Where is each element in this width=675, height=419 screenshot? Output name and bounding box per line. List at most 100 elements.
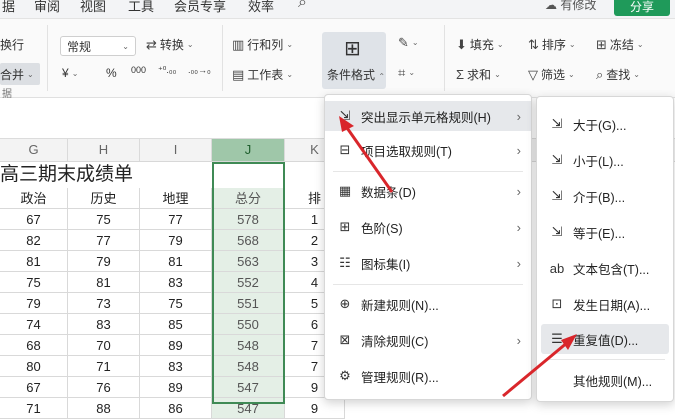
data-cell-r2-h[interactable]: 77	[68, 230, 140, 251]
data-cell-r10-h[interactable]: 88	[68, 398, 140, 419]
data-cell-r4-g[interactable]: 75	[0, 272, 68, 293]
data-cell-r9-j[interactable]: 547	[212, 377, 285, 398]
data-cell-r5-i[interactable]: 75	[140, 293, 212, 314]
data-cell-r7-j[interactable]: 548	[212, 335, 285, 356]
menu-divider	[333, 284, 523, 285]
submenu-item-less-than[interactable]: ⇲ 小于(L)...	[537, 145, 673, 175]
data-cell-r5-g[interactable]: 79	[0, 293, 68, 314]
header-cell-i[interactable]: 地理	[140, 188, 212, 209]
data-cell-r3-h[interactable]: 79	[68, 251, 140, 272]
data-cell-r3-i[interactable]: 81	[140, 251, 212, 272]
menu-item-label: 项目选取规则(T)	[361, 144, 452, 159]
data-cell-r2-j[interactable]: 568	[212, 230, 285, 251]
color-scales-icon: ⊞	[339, 219, 351, 234]
data-cell-r6-h[interactable]: 83	[68, 314, 140, 335]
data-cell-r1-g[interactable]: 67	[0, 209, 68, 230]
submenu-item-label: 小于(L)...	[573, 154, 624, 169]
clear-rules-icon: ⊠	[339, 332, 351, 347]
data-cell-r6-i[interactable]: 85	[140, 314, 212, 335]
submenu-item-between[interactable]: ⇲ 介于(B)...	[537, 181, 673, 211]
menu-item-icon-sets[interactable]: ☷ 图标集(I) ›	[325, 248, 531, 278]
data-cell-r2-i[interactable]: 79	[140, 230, 212, 251]
data-cell-r4-h[interactable]: 81	[68, 272, 140, 293]
menu-divider	[545, 359, 665, 360]
between-icon: ⇲	[551, 188, 563, 203]
data-cell-r2-g[interactable]: 82	[0, 230, 68, 251]
submenu-item-date-occurring[interactable]: ⊡ 发生日期(A)...	[537, 289, 673, 319]
data-cell-r8-i[interactable]: 83	[140, 356, 212, 377]
data-cell-r9-i[interactable]: 89	[140, 377, 212, 398]
data-cell-r6-g[interactable]: 74	[0, 314, 68, 335]
data-cell-r4-j[interactable]: 552	[212, 272, 285, 293]
data-cell-r1-i[interactable]: 77	[140, 209, 212, 230]
menu-item-label: 图标集(I)	[361, 257, 411, 272]
data-cell-r5-h[interactable]: 73	[68, 293, 140, 314]
menu-item-data-bars[interactable]: ▦ 数据条(D) ›	[325, 176, 531, 206]
menu-item-top-bottom-rules[interactable]: ⊟ 项目选取规则(T) ›	[325, 135, 531, 165]
data-cell-r6-j[interactable]: 550	[212, 314, 285, 335]
submenu-item-equal-to[interactable]: ⇲ 等于(E)...	[537, 217, 673, 247]
data-cell-r9-h[interactable]: 76	[68, 377, 140, 398]
submenu-item-label: 等于(E)...	[573, 226, 626, 241]
data-cell-r1-j[interactable]: 578	[212, 209, 285, 230]
menu-item-label: 突出显示单元格规则(H)	[361, 110, 491, 125]
data-cell-r1-h[interactable]: 75	[68, 209, 140, 230]
menu-item-manage-rules[interactable]: ⚙ 管理规则(R)...	[325, 361, 531, 391]
data-cell-r5-j[interactable]: 551	[212, 293, 285, 314]
data-cell-r8-g[interactable]: 80	[0, 356, 68, 377]
conditional-format-menu: ⇲ 突出显示单元格规则(H) › ⊟ 项目选取规则(T) › ▦ 数据条(D) …	[324, 94, 532, 400]
equal-to-icon: ⇲	[551, 224, 563, 239]
submenu-item-label: 其他规则(M)...	[573, 374, 653, 389]
menu-item-label: 管理规则(R)...	[361, 370, 439, 385]
text-contains-icon: ab	[549, 260, 565, 276]
header-cell-g[interactable]: 政治	[0, 188, 68, 209]
less-than-icon: ⇲	[551, 152, 563, 167]
submenu-item-label: 文本包含(T)...	[573, 262, 650, 277]
menu-item-clear-rules[interactable]: ⊠ 清除规则(C) ›	[325, 325, 531, 355]
menu-item-label: 新建规则(N)...	[361, 298, 439, 313]
data-cell-r10-i[interactable]: 86	[140, 398, 212, 419]
chevron-right-icon: ›	[516, 219, 521, 235]
menu-item-highlight-rules[interactable]: ⇲ 突出显示单元格规则(H) ›	[325, 101, 531, 131]
data-cell-r7-i[interactable]: 89	[140, 335, 212, 356]
menu-item-color-scales[interactable]: ⊞ 色阶(S) ›	[325, 212, 531, 242]
data-cell-r8-h[interactable]: 71	[68, 356, 140, 377]
date-occurring-icon: ⊡	[551, 296, 563, 311]
menu-item-label: 数据条(D)	[361, 185, 416, 200]
header-cell-j[interactable]: 总分	[212, 188, 285, 209]
top-bottom-rules-icon: ⊟	[339, 142, 351, 157]
header-cell-h[interactable]: 历史	[68, 188, 140, 209]
submenu-item-text-contains[interactable]: ab 文本包含(T)...	[537, 253, 673, 283]
data-cell-r10-g[interactable]: 71	[0, 398, 68, 419]
data-cell-r10-k[interactable]: 9	[285, 398, 345, 419]
data-cell-r7-g[interactable]: 68	[0, 335, 68, 356]
data-cell-r7-h[interactable]: 70	[68, 335, 140, 356]
chevron-right-icon: ›	[516, 142, 521, 158]
menu-divider	[333, 171, 523, 172]
data-bars-icon: ▦	[338, 183, 352, 198]
submenu-item-label: 发生日期(A)...	[573, 298, 651, 313]
duplicate-values-icon: ☰	[551, 331, 563, 346]
chevron-right-icon: ›	[516, 332, 521, 348]
new-rule-icon: ⊕	[339, 296, 351, 311]
submenu-item-duplicate-values[interactable]: ☰ 重复值(D)...	[541, 324, 669, 354]
data-cell-r9-g[interactable]: 67	[0, 377, 68, 398]
menu-item-new-rule[interactable]: ⊕ 新建规则(N)...	[325, 289, 531, 319]
chevron-right-icon: ›	[516, 255, 521, 271]
data-cell-r3-j[interactable]: 563	[212, 251, 285, 272]
chevron-right-icon: ›	[516, 183, 521, 199]
greater-than-icon: ⇲	[551, 116, 563, 131]
submenu-item-greater-than[interactable]: ⇲ 大于(G)...	[537, 109, 673, 139]
menu-item-label: 色阶(S)	[361, 221, 403, 236]
data-cell-r4-i[interactable]: 83	[140, 272, 212, 293]
data-cell-r8-j[interactable]: 548	[212, 356, 285, 377]
chevron-right-icon: ›	[516, 108, 521, 124]
submenu-item-other-rules[interactable]: 其他规则(M)...	[537, 365, 673, 395]
highlight-rules-icon: ⇲	[339, 108, 351, 123]
submenu-item-label: 重复值(D)...	[573, 333, 639, 348]
data-cell-r3-g[interactable]: 81	[0, 251, 68, 272]
menu-item-label: 清除规则(C)	[361, 334, 429, 349]
manage-rules-icon: ⚙	[339, 368, 351, 383]
highlight-rules-submenu: ⇲ 大于(G)... ⇲ 小于(L)... ⇲ 介于(B)... ⇲ 等于(E)…	[536, 96, 674, 402]
data-cell-r10-j[interactable]: 547	[212, 398, 285, 419]
